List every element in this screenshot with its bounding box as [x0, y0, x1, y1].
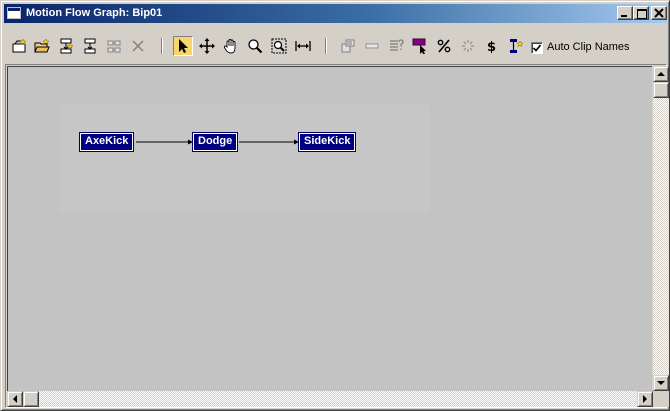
move-tool-button[interactable] [197, 36, 217, 56]
zoom-extents-icon [295, 41, 311, 51]
select-random-start-clip-icon [412, 38, 426, 54]
zoom-tool-button[interactable] [245, 36, 265, 56]
move-icon [199, 38, 215, 54]
optimize-transitions-icon [462, 40, 474, 52]
create-multiple-clips-icon [34, 38, 50, 53]
scroll-left-button[interactable] [7, 391, 23, 407]
pan-tool-button[interactable] [221, 36, 241, 56]
select-clip-button[interactable] [506, 36, 526, 56]
zoom-extents-button[interactable] [293, 36, 313, 56]
percent-icon [437, 39, 451, 53]
optimize-transitions-button[interactable] [458, 36, 478, 56]
auto-clip-names-label[interactable]: Auto Clip Names [547, 41, 630, 53]
zoom-region-button[interactable] [269, 36, 289, 56]
toolbar: $ Auto Clip Names [5, 31, 667, 61]
scroll-right-button[interactable] [637, 391, 653, 407]
scroll-up-button[interactable] [653, 66, 669, 82]
clip-node[interactable]: Dodge [191, 132, 239, 152]
show-scripts-icon [341, 39, 355, 53]
delete-transitions-icon [107, 40, 121, 53]
arrow-right-icon [643, 395, 647, 403]
clip-node[interactable]: AxeKick [78, 132, 135, 152]
arrow-left-icon [13, 395, 17, 403]
toolbar-separator [161, 38, 163, 54]
create-transition-from-to-icon [84, 38, 96, 54]
create-transition-button[interactable] [56, 36, 76, 56]
zoom-region-icon [271, 38, 287, 54]
vertical-scroll-thumb[interactable] [653, 82, 669, 98]
minimize-button[interactable] [617, 6, 633, 20]
motion-flow-canvas[interactable]: AxeKick Dodge SideKick [7, 66, 652, 391]
clip-node[interactable]: SideKick [297, 132, 357, 152]
window-icon [7, 7, 21, 19]
cost-button[interactable]: $ [482, 36, 502, 56]
select-arrow-icon [179, 39, 188, 53]
close-icon [654, 8, 664, 18]
toolbar-separator [325, 38, 327, 54]
create-random-motion-icon [365, 43, 379, 49]
vertical-scrollbar[interactable] [653, 66, 669, 391]
delete-selection-icon [132, 40, 144, 52]
create-transition-from-to-button[interactable] [80, 36, 100, 56]
horizontal-scrollbar[interactable] [7, 391, 653, 407]
create-clip-icon [12, 38, 27, 53]
maximize-button[interactable] [633, 6, 649, 20]
scrollbar-corner [653, 391, 669, 407]
zoom-icon [248, 39, 263, 54]
create-multiple-clips-button[interactable] [32, 36, 52, 56]
title-bar[interactable]: Motion Flow Graph: Bip01 [4, 4, 667, 23]
select-tool-button[interactable] [173, 36, 193, 56]
create-clip-button[interactable] [9, 36, 29, 56]
select-random-start-clip-button[interactable] [410, 36, 430, 56]
create-transition-icon [60, 38, 74, 54]
percent-button[interactable] [434, 36, 454, 56]
window-title: Motion Flow Graph: Bip01 [26, 7, 163, 19]
select-clip-icon [510, 39, 524, 53]
create-random-motion-button[interactable] [362, 36, 382, 56]
horizontal-scroll-thumb[interactable] [23, 391, 39, 407]
cost-icon: $ [487, 40, 496, 54]
delete-selection-button[interactable] [128, 36, 148, 56]
arrow-down-icon [657, 381, 665, 385]
checkmark-icon [532, 44, 542, 52]
transition-arrow[interactable] [136, 139, 193, 145]
auto-clip-names-checkbox[interactable] [531, 42, 543, 54]
close-button[interactable] [651, 6, 667, 20]
transition-links [136, 139, 299, 145]
pan-hand-icon [223, 39, 236, 54]
motion-flow-graph-window: Motion Flow Graph: Bip01 $ Auto Clip Nam… [0, 0, 670, 411]
arrow-up-icon [657, 72, 665, 76]
svg-text:$: $ [487, 40, 496, 54]
graph-view-frame: AxeKick Dodge SideKick [5, 64, 669, 408]
delete-transitions-button[interactable] [104, 36, 124, 56]
clip-list-icon [390, 39, 404, 51]
transition-arrow[interactable] [239, 139, 299, 145]
scroll-down-button[interactable] [653, 375, 669, 391]
clip-list-button[interactable] [386, 36, 406, 56]
show-scripts-button[interactable] [338, 36, 358, 56]
